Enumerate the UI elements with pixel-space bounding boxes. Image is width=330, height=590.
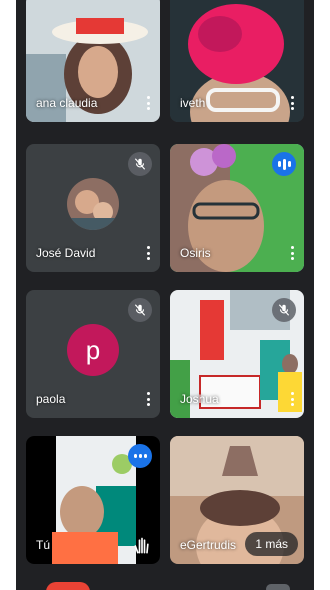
tile-egertrudis[interactable]: eGertrudis 1 más bbox=[170, 436, 304, 564]
end-call-button[interactable] bbox=[46, 582, 90, 590]
participant-name: Tú bbox=[36, 538, 51, 552]
more-options-icon[interactable] bbox=[286, 244, 298, 262]
more-options-icon[interactable] bbox=[142, 244, 154, 262]
mic-off-icon bbox=[272, 298, 296, 322]
tile-iveth[interactable]: iveth bbox=[170, 0, 304, 122]
participant-name: José David bbox=[36, 246, 96, 260]
participant-name: ana claudia bbox=[36, 96, 98, 110]
avatar-initial: p bbox=[67, 324, 119, 376]
tile-tu[interactable]: Tú bbox=[26, 436, 160, 564]
meeting-grid: ana claudia iveth José David Osiris p pa… bbox=[16, 0, 314, 590]
speaking-indicator-icon bbox=[128, 444, 152, 468]
more-participants-button[interactable]: 1 más bbox=[245, 532, 298, 556]
mic-off-icon bbox=[128, 152, 152, 176]
more-options-icon[interactable] bbox=[142, 94, 154, 112]
tile-osiris[interactable]: Osiris bbox=[170, 144, 304, 272]
speaking-indicator-icon bbox=[272, 152, 296, 176]
raise-hand-icon[interactable] bbox=[132, 536, 152, 556]
tile-ana-claudia[interactable]: ana claudia bbox=[26, 0, 160, 122]
participant-name: paola bbox=[36, 392, 66, 406]
participant-name: iveth bbox=[180, 96, 206, 110]
tile-paola[interactable]: p paola bbox=[26, 290, 160, 418]
tile-joshua[interactable]: Joshua bbox=[170, 290, 304, 418]
participant-name: eGertrudis bbox=[180, 538, 237, 552]
more-options-icon[interactable] bbox=[142, 390, 154, 408]
more-options-icon[interactable] bbox=[286, 390, 298, 408]
mic-off-icon bbox=[128, 298, 152, 322]
more-options-icon[interactable] bbox=[286, 94, 298, 112]
avatar-photo bbox=[67, 178, 119, 230]
participant-name: Joshua bbox=[180, 392, 219, 406]
toolbar-icon[interactable] bbox=[266, 584, 290, 590]
participant-name: Osiris bbox=[180, 246, 211, 260]
tile-jose-david[interactable]: José David bbox=[26, 144, 160, 272]
